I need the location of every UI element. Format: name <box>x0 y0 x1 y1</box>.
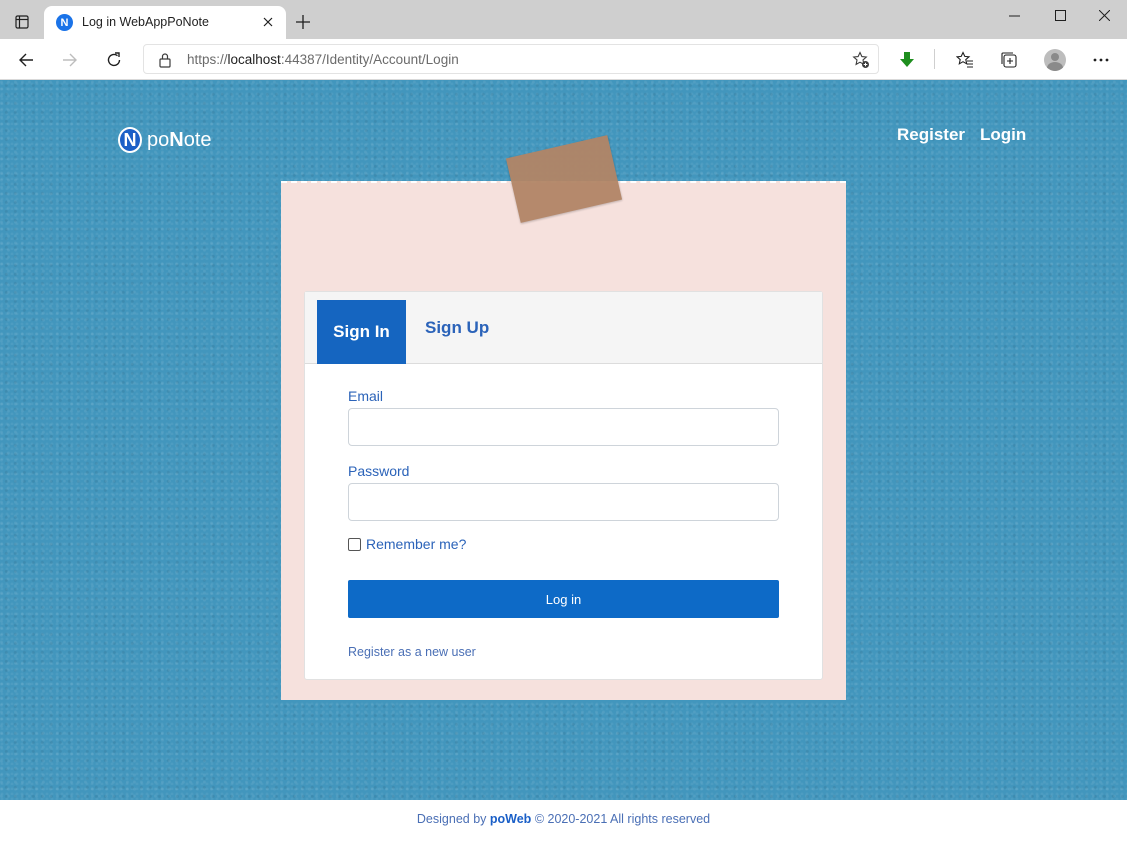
plus-icon[interactable] <box>292 11 314 33</box>
browser-tab-bar: N Log in WebAppPoNote <box>0 0 1127 39</box>
tab-sign-in[interactable]: Sign In <box>317 300 406 364</box>
brand-name: poNote <box>147 128 212 151</box>
email-label: Email <box>348 388 384 404</box>
tab-title: Log in WebAppPoNote <box>82 15 209 29</box>
remember-me-checkbox[interactable] <box>348 538 361 551</box>
forward-icon[interactable] <box>55 45 85 75</box>
url-text[interactable]: https://localhost:44387/Identity/Account… <box>187 52 459 67</box>
close-window-icon[interactable] <box>1081 0 1127 30</box>
brand-logo[interactable]: N poNote <box>118 127 212 153</box>
login-card: Sign In Sign Up Email Password Remember … <box>304 291 823 680</box>
browser-toolbar: https://localhost:44387/Identity/Account… <box>0 39 1127 80</box>
register-new-user-link[interactable]: Register as a new user <box>348 645 476 659</box>
password-label: Password <box>348 463 410 479</box>
nav-register-link[interactable]: Register <box>897 125 965 145</box>
footer: Designed by poWeb © 2020-2021 All rights… <box>0 800 1127 843</box>
address-bar[interactable]: https://localhost:44387/Identity/Account… <box>143 44 879 74</box>
nav-login-link[interactable]: Login <box>980 125 1026 145</box>
browser-tab-active[interactable]: N Log in WebAppPoNote <box>44 6 286 39</box>
card-tabs: Sign In Sign Up <box>305 292 822 364</box>
refresh-icon[interactable] <box>99 45 129 75</box>
brand-logo-icon: N <box>118 127 142 153</box>
email-field[interactable] <box>348 408 779 446</box>
close-icon[interactable] <box>260 14 276 30</box>
tab-actions-icon[interactable] <box>8 8 36 36</box>
footer-copyright: © 2020-2021 All rights reserved <box>534 812 711 826</box>
favorites-icon[interactable] <box>950 45 980 75</box>
profile-icon[interactable] <box>1040 45 1070 75</box>
more-icon[interactable] <box>1086 45 1116 75</box>
password-field[interactable] <box>348 483 779 521</box>
page-background: N poNote Register Login Sign In Sign Up … <box>0 80 1127 800</box>
footer-brand-link[interactable]: poWeb <box>490 812 531 826</box>
tab-sign-up[interactable]: Sign Up <box>425 318 489 338</box>
add-favorite-icon[interactable] <box>852 51 870 69</box>
back-icon[interactable] <box>11 45 41 75</box>
maximize-icon[interactable] <box>1037 0 1083 30</box>
minimize-icon[interactable] <box>991 0 1037 30</box>
remember-me-label[interactable]: Remember me? <box>366 536 466 552</box>
footer-prefix: Designed by <box>416 812 487 826</box>
collections-icon[interactable] <box>994 45 1024 75</box>
login-button[interactable]: Log in <box>348 580 779 618</box>
toolbar-divider <box>934 49 935 69</box>
download-icon[interactable] <box>892 45 922 75</box>
lock-icon[interactable] <box>158 52 172 68</box>
favicon-icon: N <box>56 14 73 31</box>
